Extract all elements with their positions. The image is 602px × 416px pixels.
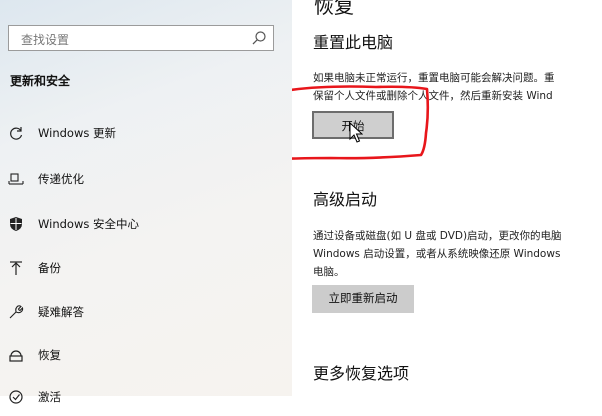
- more-recovery-options-heading: 更多恢复选项: [313, 364, 410, 383]
- advanced-desc-line: 电脑。: [313, 266, 345, 278]
- recovery-icon: [9, 350, 23, 362]
- advanced-startup-description: 通过设备或磁盘(如 U 盘或 DVD)启动，更改你的电脑 Windows 启动设…: [313, 227, 562, 281]
- sync-icon: [10, 127, 23, 140]
- sidebar-item-label: 传递优化: [38, 172, 84, 186]
- page-title: 恢复: [314, 0, 354, 18]
- advanced-desc-line: 通过设备或磁盘(如 U 盘或 DVD)启动，更改你的电脑: [313, 230, 562, 242]
- shield-icon: [10, 217, 22, 231]
- search-icon[interactable]: [251, 30, 267, 46]
- backup-arrow-icon: [10, 261, 22, 275]
- reset-desc-line: 保留个人文件或删除个人文件，然后重新安装 Wind: [313, 90, 553, 102]
- main-panel: 恢复 重置此电脑 如果电脑未正常运行，重置电脑可能会解决问题。重 保留个人文件或…: [292, 0, 602, 396]
- delivery-icon: [8, 173, 24, 185]
- reset-start-button[interactable]: 开始: [312, 111, 394, 139]
- sidebar-item-troubleshoot[interactable]: 疑难解答: [0, 293, 292, 331]
- sidebar-item-label: 备份: [38, 261, 61, 275]
- reset-pc-description: 如果电脑未正常运行，重置电脑可能会解决问题。重 保留个人文件或删除个人文件，然后…: [313, 69, 555, 105]
- wrench-icon: [9, 305, 24, 319]
- sidebar-item-label: Windows 更新: [38, 126, 116, 140]
- advanced-desc-line: Windows 启动设置，或者从系统映像还原 Windows: [313, 248, 561, 260]
- sidebar: 查找设置 更新和安全 Windows 更新 传递优化 Windows 安全中心: [0, 0, 292, 404]
- sidebar-item-windows-security[interactable]: Windows 安全中心: [0, 205, 292, 243]
- sidebar-item-windows-update[interactable]: Windows 更新: [0, 114, 292, 152]
- section-title: 更新和安全: [10, 74, 71, 88]
- sidebar-item-label: 疑难解答: [38, 305, 84, 319]
- search-placeholder: 查找设置: [21, 33, 70, 47]
- restart-now-button[interactable]: 立即重新启动: [312, 285, 414, 313]
- reset-desc-line: 如果电脑未正常运行，重置电脑可能会解决问题。重: [313, 72, 555, 84]
- sidebar-item-activation[interactable]: 激活: [0, 378, 292, 416]
- sidebar-item-label: 恢复: [38, 348, 61, 362]
- sidebar-item-label: Windows 安全中心: [38, 217, 139, 231]
- search-input[interactable]: 查找设置: [8, 25, 274, 51]
- sidebar-item-label: 激活: [38, 390, 61, 404]
- sidebar-item-delivery-optimization[interactable]: 传递优化: [0, 160, 292, 198]
- sidebar-item-recovery[interactable]: 恢复: [0, 336, 292, 374]
- advanced-startup-heading: 高级启动: [313, 190, 378, 209]
- sidebar-item-backup[interactable]: 备份: [0, 249, 292, 287]
- reset-pc-heading: 重置此电脑: [313, 33, 394, 52]
- activation-icon: [9, 390, 23, 404]
